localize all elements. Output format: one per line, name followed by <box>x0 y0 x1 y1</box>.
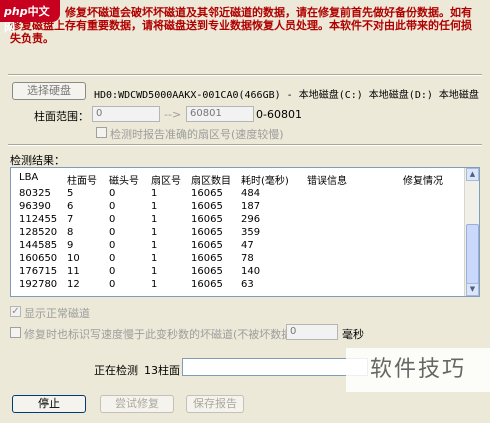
disk-info: HD0:WDCWD5000AAKX-001CA0(466GB) - 本地磁盘(C… <box>94 90 479 101</box>
warning-message: 重要提示：修复坏磁道会破坏坏磁道及其邻近磁道的数据，请在修复前首先做好备份数据。… <box>10 6 472 45</box>
divider <box>8 144 482 146</box>
results-scrollbar[interactable]: ▲ ▼ <box>464 168 479 296</box>
table-cell: 1 <box>151 240 158 251</box>
table-cell: 1 <box>151 279 158 290</box>
scroll-thumb[interactable] <box>466 224 479 284</box>
range-to-input[interactable]: 60801 <box>186 106 254 122</box>
table-row[interactable]: 192780 12 0 1 16065 63 <box>11 279 465 292</box>
scroll-up-icon[interactable]: ▲ <box>466 168 479 181</box>
table-cell: 16065 <box>191 266 223 277</box>
table-cell: 16065 <box>191 227 223 238</box>
col-sector-count[interactable]: 扇区数目 <box>191 172 231 187</box>
table-cell: 0 <box>109 240 116 251</box>
table-cell: 0 <box>109 188 116 199</box>
col-lba[interactable]: LBA <box>19 172 38 183</box>
watermark-prefix: php <box>4 5 28 18</box>
col-head[interactable]: 磁头号 <box>109 172 139 187</box>
table-cell: 0 <box>109 279 116 290</box>
col-repair[interactable]: 修复情况 <box>403 172 443 187</box>
table-cell: 78 <box>241 253 254 264</box>
table-cell: 1 <box>151 188 158 199</box>
table-cell: 16065 <box>191 214 223 225</box>
table-cell: 187 <box>241 201 261 212</box>
divider <box>8 74 482 76</box>
table-cell: 484 <box>241 188 261 199</box>
table-cell: 6 <box>67 201 74 212</box>
progress-box <box>182 358 368 376</box>
range-hint: 0-60801 <box>256 108 302 121</box>
warning-text: 重要提示：修复坏磁道会破坏坏磁道及其邻近磁道的数据，请在修复前首先做好备份数据。… <box>0 0 490 68</box>
table-cell: 16065 <box>191 253 223 264</box>
table-cell: 80325 <box>19 188 51 199</box>
table-cell: 5 <box>67 188 74 199</box>
scroll-down-icon[interactable]: ▼ <box>466 283 479 296</box>
repair-slow-label: 修复时也标识写速度慢于此变秒数的坏磁道(不被坏数据) <box>24 328 297 341</box>
accurate-sector-checkbox[interactable] <box>96 127 107 138</box>
table-cell: 0 <box>109 227 116 238</box>
col-sector[interactable]: 扇区号 <box>151 172 181 187</box>
table-cell: 359 <box>241 227 261 238</box>
results-header: LBA 柱面号 磁头号 扇区号 扇区数目 耗时(毫秒) 错误信息 修复情况 <box>11 172 465 187</box>
table-cell: 10 <box>67 253 80 264</box>
table-row[interactable]: 144585 9 0 1 16065 47 <box>11 240 465 253</box>
repair-slow-unit: 毫秒 <box>342 328 364 341</box>
table-row[interactable]: 96390 6 0 1 16065 187 <box>11 201 465 214</box>
table-cell: 63 <box>241 279 254 290</box>
table-cell: 12 <box>67 279 80 290</box>
table-cell: 8 <box>67 227 74 238</box>
results-list[interactable]: LBA 柱面号 磁头号 扇区号 扇区数目 耗时(毫秒) 错误信息 修复情况 80… <box>10 167 480 297</box>
range-arrow: --> <box>164 108 182 121</box>
table-cell: 1 <box>151 227 158 238</box>
table-cell: 1 <box>151 201 158 212</box>
table-cell: 112455 <box>19 214 58 225</box>
table-row[interactable]: 128520 8 0 1 16065 359 <box>11 227 465 240</box>
table-cell: 0 <box>109 201 116 212</box>
table-cell: 47 <box>241 240 254 251</box>
table-cell: 16065 <box>191 201 223 212</box>
table-cell: 96390 <box>19 201 51 212</box>
table-cell: 1 <box>151 253 158 264</box>
repair-slow-checkbox[interactable] <box>10 327 21 338</box>
table-row[interactable]: 176715 11 0 1 16065 140 <box>11 266 465 279</box>
table-cell: 1 <box>151 266 158 277</box>
table-row[interactable]: 160650 10 0 1 16065 78 <box>11 253 465 266</box>
select-disk-button[interactable]: 选择硬盘 <box>12 82 86 100</box>
corner-watermark: 软件技巧 <box>346 348 490 392</box>
table-cell: 0 <box>109 214 116 225</box>
table-cell: 296 <box>241 214 261 225</box>
range-label: 柱面范围： <box>34 110 89 123</box>
col-cylinder[interactable]: 柱面号 <box>67 172 97 187</box>
try-repair-button[interactable]: 尝试修复 <box>100 395 174 413</box>
show-normal-label: 显示正常磁道 <box>24 307 90 320</box>
save-report-button[interactable]: 保存报告 <box>186 395 244 413</box>
table-cell: 7 <box>67 214 74 225</box>
table-cell: 144585 <box>19 240 58 251</box>
table-cell: 9 <box>67 240 74 251</box>
table-cell: 0 <box>109 253 116 264</box>
table-cell: 176715 <box>19 266 58 277</box>
table-cell: 0 <box>109 266 116 277</box>
repair-slow-ms-input[interactable]: 0 <box>286 324 338 340</box>
accurate-sector-label: 检测时报告准确的扇区号(速度较慢) <box>110 128 284 141</box>
table-cell: 16065 <box>191 279 223 290</box>
col-error[interactable]: 错误信息 <box>307 172 347 187</box>
table-cell: 128520 <box>19 227 58 238</box>
stop-button[interactable]: 停止 <box>12 395 86 413</box>
table-cell: 11 <box>67 266 80 277</box>
table-row[interactable]: 80325 5 0 1 16065 484 <box>11 188 465 201</box>
site-watermark: php中文网 <box>0 0 60 34</box>
table-cell: 1 <box>151 214 158 225</box>
show-normal-checkbox[interactable]: ✓ <box>10 306 21 317</box>
col-time[interactable]: 耗时(毫秒) <box>241 172 289 187</box>
table-cell: 16065 <box>191 188 223 199</box>
status-value: 13柱面 <box>144 364 180 377</box>
table-row[interactable]: 112455 7 0 1 16065 296 <box>11 214 465 227</box>
status-label: 正在检测 <box>94 364 138 377</box>
table-cell: 160650 <box>19 253 58 264</box>
table-cell: 140 <box>241 266 261 277</box>
results-label: 检测结果： <box>10 154 65 167</box>
table-cell: 192780 <box>19 279 58 290</box>
range-from-input[interactable]: 0 <box>92 106 160 122</box>
table-cell: 16065 <box>191 240 223 251</box>
